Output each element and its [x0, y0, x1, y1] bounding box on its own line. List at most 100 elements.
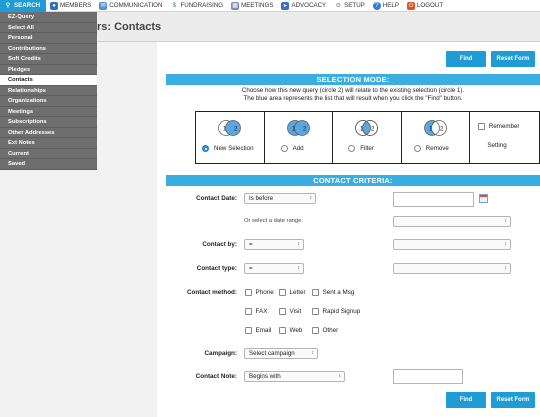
nav-fundraising-label: FUNDRAISING: [180, 2, 224, 9]
method-visit[interactable]: Visit: [279, 308, 301, 315]
method-rapid-signup-checkbox[interactable]: [312, 308, 319, 315]
setting-label: Setting: [487, 142, 507, 149]
campaign-label: Campaign:: [204, 350, 237, 357]
selection-mode-header: SELECTION MODE:: [166, 74, 540, 85]
reset-form-button-bottom[interactable]: Reset Form: [491, 392, 535, 408]
method-fax[interactable]: FAX: [245, 308, 267, 315]
menu-item-select-all[interactable]: Select All: [0, 23, 97, 33]
mode-add[interactable]: 1 2 Add: [265, 112, 334, 163]
method-letter[interactable]: Letter: [279, 289, 306, 296]
menu-item-personal[interactable]: Personal: [0, 33, 97, 44]
nav-fundraising[interactable]: $ FUNDRAISING: [166, 0, 227, 12]
method-letter-checkbox[interactable]: [279, 289, 286, 296]
nav-meetings[interactable]: ▦ MEETINGS: [227, 0, 277, 12]
contact-criteria-header: CONTACT CRITERIA:: [166, 175, 540, 186]
method-web-checkbox[interactable]: [279, 327, 286, 334]
nav-meetings-label: MEETINGS: [241, 2, 274, 9]
mode-remove[interactable]: 1 2 Remove: [402, 112, 471, 163]
mode-new-selection[interactable]: 1 2 New Selection: [196, 112, 265, 163]
method-fax-checkbox[interactable]: [245, 308, 252, 315]
selection-mode-table: 1 2 New Selection 1 2 Add 1 2 Filter 1 2…: [195, 111, 540, 164]
contact-by-operator-select[interactable]: = ↕: [244, 239, 304, 250]
contact-date-operator-select[interactable]: Is before ↕: [244, 193, 316, 204]
menu-item-other-addresses[interactable]: Other Addresses: [0, 128, 97, 138]
nav-search-label: SEARCH: [14, 2, 41, 9]
contact-type-value-select[interactable]: ↕: [393, 263, 511, 274]
menu-item-subscriptions[interactable]: Subscriptions: [0, 117, 97, 128]
megaphone-icon: ▸: [281, 1, 290, 10]
contact-date-label: Contact Date:: [196, 195, 237, 202]
dollar-icon: $: [170, 1, 179, 10]
select-arrows-icon: ↕: [311, 350, 315, 356]
contact-by-value-select[interactable]: ↕: [393, 239, 511, 250]
radio-remove[interactable]: [413, 145, 421, 152]
nav-communication[interactable]: ✉ COMMUNICATION: [95, 0, 166, 12]
method-other-label: Other: [322, 327, 339, 334]
method-visit-checkbox[interactable]: [279, 308, 286, 315]
menu-item-contacts[interactable]: Contacts: [0, 75, 97, 86]
method-email-checkbox[interactable]: [245, 327, 252, 334]
calendar-icon[interactable]: [479, 194, 488, 203]
menu-item-organizations[interactable]: Organizations: [0, 96, 97, 107]
contact-note-operator-select[interactable]: Begins with ↕: [244, 371, 345, 382]
gear-icon: ⚙: [334, 1, 343, 10]
nav-setup[interactable]: ⚙ SETUP: [330, 0, 369, 12]
nav-advocacy[interactable]: ▸ ADVOCACY: [277, 0, 330, 12]
method-phone[interactable]: Phone: [245, 289, 274, 296]
search-icon: ⚲: [4, 1, 12, 10]
menu-item-relationships[interactable]: Relationships: [0, 86, 97, 96]
calendar-icon: ▦: [231, 1, 240, 10]
method-other-checkbox[interactable]: [312, 327, 319, 334]
nav-logout[interactable]: ⏻ LOGOUT: [403, 0, 447, 12]
mode-new-selection-label: New Selection: [214, 145, 254, 152]
menu-item-ext-notes[interactable]: Ext Notes: [0, 138, 97, 149]
remember-setting-option[interactable]: Remember: [478, 123, 519, 130]
method-sent-a-msg-label: Sent a Msg: [322, 289, 355, 296]
date-range-select[interactable]: ↕: [393, 216, 511, 227]
method-rapid-signup-label: Rapid Signup: [322, 308, 361, 315]
menu-item-meetings[interactable]: Meetings: [0, 107, 97, 117]
contact-by-label: Contact by:: [202, 241, 237, 248]
contact-type-operator-select[interactable]: = ↕: [244, 263, 304, 274]
mode-add-option[interactable]: Add: [280, 145, 304, 152]
menu-item-contributions[interactable]: Contributions: [0, 44, 97, 54]
menu-item-pledges[interactable]: Pledges: [0, 65, 97, 75]
radio-add[interactable]: [280, 145, 288, 152]
method-rapid-signup[interactable]: Rapid Signup: [312, 308, 360, 315]
mode-add-label: Add: [292, 145, 304, 152]
method-sent-a-msg-checkbox[interactable]: [312, 289, 319, 296]
nav-logout-label: LOGOUT: [416, 2, 444, 9]
contact-note-input[interactable]: [393, 369, 463, 384]
remember-label: Remember: [488, 123, 520, 130]
radio-new-selection[interactable]: [202, 145, 209, 152]
mode-remove-option[interactable]: Remove: [413, 145, 449, 152]
method-sent-a-msg[interactable]: Sent a Msg: [312, 289, 354, 296]
mode-filter-option[interactable]: Filter: [348, 145, 374, 152]
help-icon: ?: [372, 1, 381, 10]
menu-item-current[interactable]: Current: [0, 149, 97, 159]
method-email[interactable]: Email: [245, 327, 271, 334]
find-button-top[interactable]: Find: [446, 51, 486, 67]
method-other[interactable]: Other: [312, 327, 338, 334]
contact-date-input[interactable]: [393, 192, 474, 207]
method-phone-checkbox[interactable]: [245, 289, 252, 296]
nav-help[interactable]: ? HELP: [369, 0, 403, 12]
method-web[interactable]: Web: [279, 327, 302, 334]
mode-new-selection-option[interactable]: New Selection: [202, 145, 254, 152]
find-button-bottom[interactable]: Find: [446, 392, 486, 408]
menu-item-ez-query[interactable]: EZ-Query: [0, 12, 97, 23]
menu-item-saved[interactable]: Saved: [0, 159, 97, 170]
campaign-select[interactable]: Select campaign ↕: [244, 348, 318, 359]
contact-by-operator-value: =: [249, 241, 253, 248]
radio-filter[interactable]: [348, 145, 356, 152]
nav-members[interactable]: ● MEMBERS: [46, 0, 95, 12]
remember-setting-checkbox[interactable]: [478, 123, 485, 130]
nav-search[interactable]: ⚲ SEARCH: [0, 0, 46, 12]
venn-add-icon: 1 2: [286, 120, 310, 136]
menu-item-soft-credits[interactable]: Soft Credits: [0, 54, 97, 65]
date-range-hint: Or select a date range:: [244, 218, 303, 224]
mode-filter-label: Filter: [360, 145, 374, 152]
mode-filter[interactable]: 1 2 Filter: [333, 112, 402, 163]
logout-icon: ⏻: [406, 1, 415, 10]
reset-form-button-top[interactable]: Reset Form: [491, 51, 535, 67]
